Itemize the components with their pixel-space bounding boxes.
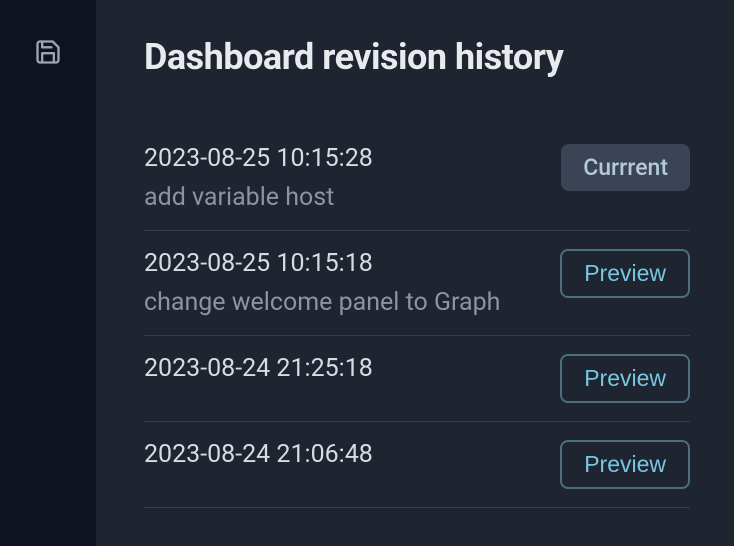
preview-button[interactable]: Preview (560, 354, 690, 403)
revision-list: 2023-08-25 10:15:28 add variable host Cu… (144, 126, 690, 508)
revision-timestamp: 2023-08-24 21:06:48 (144, 440, 373, 469)
preview-button[interactable]: Preview (560, 249, 690, 298)
current-badge: Currrent (561, 144, 690, 191)
revision-row: 2023-08-24 21:25:18 Preview (144, 336, 690, 422)
page-title: Dashboard revision history (144, 36, 690, 78)
revision-info: 2023-08-25 10:15:18 change welcome panel… (144, 249, 500, 317)
revision-row: 2023-08-25 10:15:18 change welcome panel… (144, 231, 690, 336)
revision-info: 2023-08-24 21:06:48 (144, 440, 373, 469)
revision-row: 2023-08-25 10:15:28 add variable host Cu… (144, 126, 690, 231)
revision-timestamp: 2023-08-25 10:15:18 (144, 249, 500, 278)
preview-button[interactable]: Preview (560, 440, 690, 489)
save-icon[interactable] (34, 38, 62, 66)
revision-description: change welcome panel to Graph (144, 288, 500, 317)
revision-timestamp: 2023-08-24 21:25:18 (144, 354, 373, 383)
revision-description: add variable host (144, 183, 373, 212)
revision-info: 2023-08-25 10:15:28 add variable host (144, 144, 373, 212)
revision-info: 2023-08-24 21:25:18 (144, 354, 373, 383)
main-panel: Dashboard revision history 2023-08-25 10… (96, 0, 734, 546)
revision-timestamp: 2023-08-25 10:15:28 (144, 144, 373, 173)
sidebar (0, 0, 96, 546)
revision-row: 2023-08-24 21:06:48 Preview (144, 422, 690, 508)
